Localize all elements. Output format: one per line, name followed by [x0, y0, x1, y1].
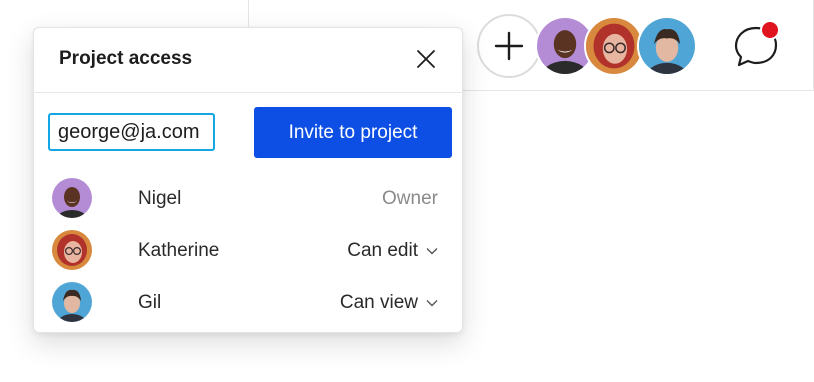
close-icon	[417, 50, 435, 68]
avatar[interactable]	[637, 16, 697, 76]
member-role: Owner	[382, 188, 438, 210]
dialog-header: Project access	[34, 28, 462, 93]
member-row: Gil Can view	[34, 280, 464, 324]
role-label: Can view	[339, 292, 418, 313]
role-label: Can edit	[347, 240, 418, 261]
notification-dot	[760, 20, 780, 40]
email-input[interactable]	[48, 113, 215, 151]
add-collaborator-button[interactable]	[477, 14, 541, 78]
avatar	[52, 230, 92, 270]
chat-icon	[734, 20, 780, 67]
avatar	[52, 282, 92, 322]
project-access-dialog: Project access Invite to project Nigel O…	[33, 27, 463, 333]
role-dropdown[interactable]: Can view	[340, 292, 438, 314]
close-button[interactable]	[414, 47, 438, 71]
member-row: Nigel Owner	[34, 176, 464, 220]
dialog-title: Project access	[59, 48, 193, 69]
member-name: Nigel	[138, 188, 182, 209]
member-name: Gil	[138, 292, 162, 313]
member-name: Katherine	[138, 240, 220, 261]
invite-button[interactable]: Invite to project	[254, 107, 452, 158]
avatar[interactable]	[584, 16, 644, 76]
role-label: Owner	[382, 188, 438, 209]
member-row: Katherine Can edit	[34, 228, 464, 272]
avatar	[52, 178, 92, 218]
plus-icon	[494, 31, 524, 61]
role-dropdown[interactable]: Can edit	[347, 240, 438, 262]
comments-button[interactable]	[730, 18, 784, 72]
chevron-down-icon	[426, 299, 438, 307]
chevron-down-icon	[426, 247, 438, 255]
